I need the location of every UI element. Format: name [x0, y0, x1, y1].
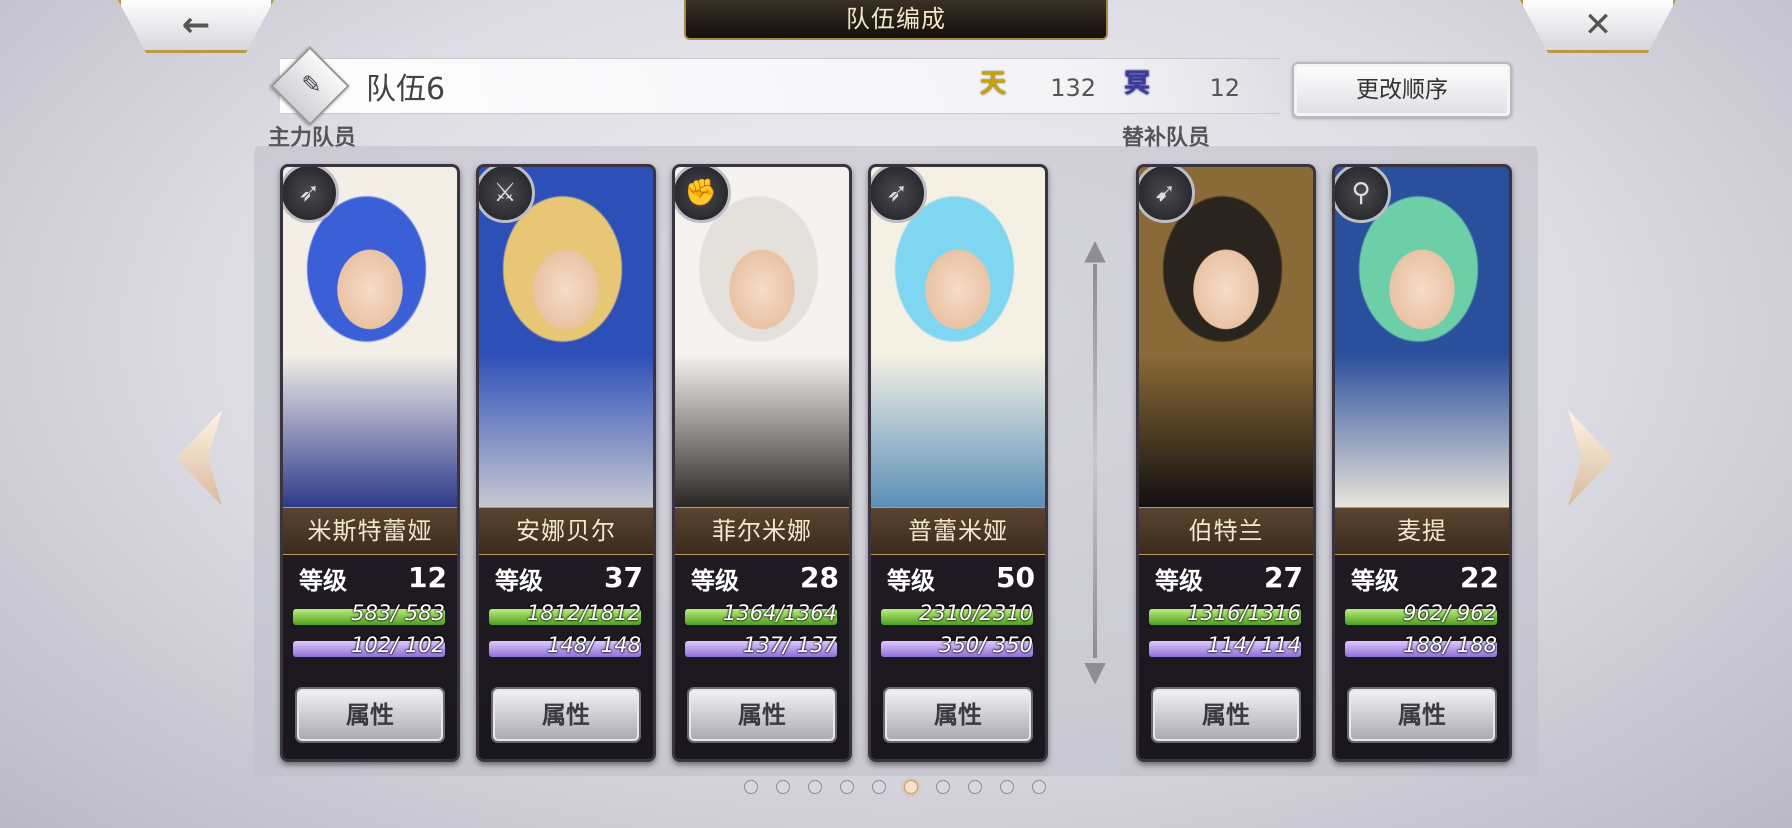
page-dot[interactable] [1000, 780, 1014, 794]
team-page-indicator [744, 780, 1046, 794]
member-name: 普蕾米娅 [871, 507, 1045, 555]
prev-team-arrow[interactable] [176, 410, 222, 506]
close-icon: ✕ [1583, 5, 1613, 45]
bow-icon: ➶ [283, 167, 339, 223]
mp-value: 148/ 148 [547, 633, 641, 657]
hp-value: 1364/1364 [723, 601, 837, 625]
member-name: 米斯特蕾娅 [283, 507, 457, 555]
sword-icon: ⚔ [479, 167, 535, 223]
character-portrait[interactable]: ➶ [283, 167, 457, 507]
hp-value: 2310/2310 [919, 601, 1033, 625]
level-value: 27 [1264, 561, 1303, 594]
page-dot[interactable] [808, 780, 822, 794]
character-portrait[interactable]: ➹ [1139, 167, 1313, 507]
page-dot[interactable] [776, 780, 790, 794]
attributes-button[interactable]: 属性 [883, 687, 1033, 743]
page-dot[interactable] [936, 780, 950, 794]
member-card[interactable]: ➶ 米斯特蕾娅 等级 12 583/ 583 102/ 102 属性 [280, 164, 460, 762]
mp-value: 102/ 102 [351, 633, 445, 657]
close-button[interactable]: ✕ [1520, 0, 1676, 53]
page-dot[interactable] [840, 780, 854, 794]
character-portrait[interactable]: ✊ [675, 167, 849, 507]
member-card[interactable]: ⚔ 安娜贝尔 等级 37 1812/1812 148/ 148 属性 [476, 164, 656, 762]
member-name: 伯特兰 [1139, 507, 1313, 555]
level-label: 等级 [1351, 567, 1399, 595]
attributes-button[interactable]: 属性 [491, 687, 641, 743]
page-title: 队伍编成 [684, 0, 1108, 40]
level-value: 22 [1460, 561, 1499, 594]
mp-value: 188/ 188 [1403, 633, 1497, 657]
page-dot[interactable] [968, 780, 982, 794]
underworld-icon: 冥 [1123, 69, 1150, 99]
mp-value: 114/ 114 [1207, 633, 1301, 657]
member-card[interactable]: ➶ 普蕾米娅 等级 50 2310/2310 350/ 350 属性 [868, 164, 1048, 762]
team-name: 队伍6 [366, 72, 446, 107]
heaven-count: 132 [1050, 74, 1096, 102]
mp-value: 137/ 137 [743, 633, 837, 657]
hp-value: 962/ 962 [1403, 601, 1497, 625]
page-dot[interactable] [904, 780, 918, 794]
pen-icon: ✎ [301, 70, 322, 99]
attributes-button[interactable]: 属性 [1347, 687, 1497, 743]
level-value: 37 [604, 561, 643, 594]
hp-value: 1812/1812 [527, 601, 641, 625]
level-label: 等级 [495, 567, 543, 595]
member-name: 安娜贝尔 [479, 507, 653, 555]
member-name: 麦提 [1335, 507, 1509, 555]
level-label: 等级 [691, 567, 739, 595]
character-portrait[interactable]: ⚔ [479, 167, 653, 507]
page-dot[interactable] [872, 780, 886, 794]
bow-icon: ➶ [871, 167, 927, 223]
underworld-count: 12 [1209, 74, 1240, 102]
hp-value: 583/ 583 [351, 601, 445, 625]
level-label: 等级 [887, 567, 935, 595]
attributes-button[interactable]: 属性 [295, 687, 445, 743]
staff-icon: ⚲ [1335, 167, 1391, 223]
member-card[interactable]: ✊ 菲尔米娜 等级 28 1364/1364 137/ 137 属性 [672, 164, 852, 762]
character-portrait[interactable]: ⚲ [1335, 167, 1509, 507]
level-value: 50 [996, 561, 1035, 594]
member-card[interactable]: ⚲ 麦提 等级 22 962/ 962 188/ 188 属性 [1332, 164, 1512, 762]
page-dot[interactable] [1032, 780, 1046, 794]
fist-icon: ✊ [675, 167, 731, 223]
change-order-button[interactable]: 更改顺序 [1292, 62, 1512, 118]
member-name: 菲尔米娜 [675, 507, 849, 555]
attributes-button[interactable]: 属性 [687, 687, 837, 743]
level-value: 12 [408, 561, 447, 594]
character-portrait[interactable]: ➶ [871, 167, 1045, 507]
mp-value: 350/ 350 [939, 633, 1033, 657]
member-card[interactable]: ➹ 伯特兰 等级 27 1316/1316 114/ 114 属性 [1136, 164, 1316, 762]
page-dot[interactable] [744, 780, 758, 794]
attributes-button[interactable]: 属性 [1151, 687, 1301, 743]
level-label: 等级 [299, 567, 347, 595]
hp-value: 1316/1316 [1187, 601, 1301, 625]
heaven-icon: 天 [979, 69, 1006, 99]
level-label: 等级 [1155, 567, 1203, 595]
next-team-arrow[interactable] [1568, 410, 1614, 506]
back-arrow-icon: ← [181, 5, 211, 45]
back-button[interactable]: ← [118, 0, 274, 53]
member-divider: ▲ ▼ [1084, 233, 1106, 688]
level-value: 28 [800, 561, 839, 594]
spear-icon: ➹ [1139, 167, 1195, 223]
